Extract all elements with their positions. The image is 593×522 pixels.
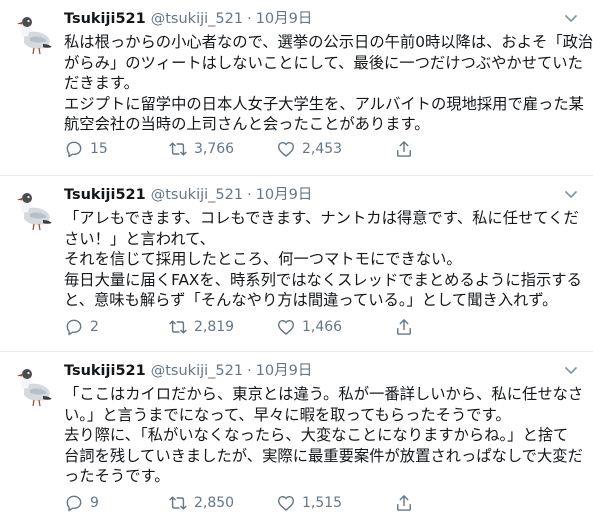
author-name[interactable]: Tsukiji521	[64, 363, 146, 379]
separator-dot: ·	[247, 187, 252, 203]
share-icon	[394, 493, 414, 513]
separator-dot: ·	[247, 11, 252, 27]
share-button[interactable]	[394, 138, 420, 160]
retweet-count: 2,819	[194, 319, 235, 335]
author-handle[interactable]: @tsukiji_521	[151, 187, 243, 203]
reply-button[interactable]: 15	[64, 138, 108, 160]
tweet-header: Tsukiji521 @tsukiji_521 · 10月9日	[64, 361, 312, 381]
retweet-button[interactable]: 3,766	[168, 138, 234, 160]
reply-count: 2	[90, 319, 99, 335]
tweet-actions: 15 3,766 2,453	[64, 138, 584, 160]
tweet-text-line: 毎日大量に届くFAXを、時系列ではなくスレッドでまとめるように指示する	[64, 270, 582, 289]
tweet-text-line: 私は根っからの小心者なので、選挙の公示日の午前0時以降は、およそ「政治	[64, 33, 593, 51]
reply-button[interactable]: 9	[64, 492, 99, 514]
tweet-text-line: 「ここはカイロだから、東京とは違う。私が一番詳しいから、私に任せなさ	[64, 385, 584, 403]
separator-dot: ·	[247, 363, 252, 379]
like-button[interactable]: 1,466	[276, 316, 342, 338]
share-icon	[394, 317, 414, 337]
tweet-text: 私は根っからの小心者なので、選挙の公示日の午前0時以降は、およそ「政治 がらみ」…	[64, 32, 593, 135]
tweet-text-line: ったそうです。	[64, 467, 170, 485]
tweet-text-line: がらみ」のツィートはしないことにして、最後に一つだけつぶやかせていた	[64, 53, 583, 72]
seagull-avatar-icon[interactable]	[10, 10, 56, 56]
chevron-down-icon[interactable]	[563, 10, 579, 26]
tweet-text-line: 航空会社の当時の上司さんと会ったことがあります。	[64, 115, 430, 133]
reply-button[interactable]: 2	[64, 316, 99, 338]
tweet-text-line: さい！」と言われて、	[64, 229, 215, 248]
retweet-icon	[168, 317, 188, 337]
author-handle[interactable]: @tsukiji_521	[151, 363, 243, 379]
tweet-text-line: だきます。	[64, 74, 139, 92]
heart-icon	[276, 317, 296, 337]
tweet-text-line: 台詞を残していきましたが、実際に最重要案件が放置されっぱなしで大変だ	[64, 446, 583, 465]
tweet-text: 「アレもできます、コレもできます、ナントカは得意です、私に任せてくだ さい！」と…	[64, 208, 582, 311]
retweet-icon	[168, 493, 188, 513]
retweet-count: 2,850	[194, 495, 235, 511]
tweet-date[interactable]: 10月9日	[256, 363, 313, 379]
retweet-button[interactable]: 2,819	[168, 316, 234, 338]
reply-icon	[64, 317, 84, 337]
chevron-down-icon[interactable]	[563, 186, 579, 202]
like-count: 1,515	[302, 495, 343, 511]
like-count: 2,453	[302, 141, 343, 157]
heart-icon	[276, 139, 296, 159]
reply-count: 15	[90, 141, 108, 157]
like-count: 1,466	[302, 319, 343, 335]
like-button[interactable]: 2,453	[276, 138, 342, 160]
retweet-count: 3,766	[194, 141, 235, 157]
share-button[interactable]	[394, 316, 420, 338]
seagull-avatar-icon[interactable]	[10, 362, 56, 408]
tweet-header: Tsukiji521 @tsukiji_521 · 10月9日	[64, 9, 312, 29]
reply-icon	[64, 139, 84, 159]
tweet[interactable]: Tsukiji521 @tsukiji_521 · 10月9日 私は根っからの小心者な…	[0, 0, 593, 176]
tweet-text-line: と、意味も解らず「そんなやり方は間違っている。」として聞き入れず。	[64, 291, 558, 309]
tweet[interactable]: Tsukiji521 @tsukiji_521 · 10月9日 「アレもできます、コレ…	[0, 176, 593, 352]
tweet-text-line: 「アレもできます、コレもできます、ナントカは得意です、私に任せてくだ	[64, 209, 579, 227]
tweet-text-line: エジプトに留学中の日本人女子大学生を、アルバイトの現地採用で雇った某	[64, 94, 584, 113]
tweet-text-line: それを信じて採用したところ、何一つマトモにできない。	[64, 250, 462, 268]
reply-icon	[64, 493, 84, 513]
chevron-down-icon[interactable]	[563, 362, 579, 378]
retweet-icon	[168, 139, 188, 159]
share-icon	[394, 139, 414, 159]
tweet-text: 「ここはカイロだから、東京とは違う。私が一番詳しいから、私に任せなさ い。」と言…	[64, 384, 584, 487]
retweet-button[interactable]: 2,850	[168, 492, 234, 514]
tweet-actions: 9 2,850 1,515	[64, 492, 584, 514]
tweet-date[interactable]: 10月9日	[256, 187, 313, 203]
tweet-text-line: 去り際に、「私がいなくなったら、大変なことになりますからね。」と捨て	[64, 426, 569, 444]
share-button[interactable]	[394, 492, 420, 514]
tweet[interactable]: Tsukiji521 @tsukiji_521 · 10月9日 「ここはカイロだから、…	[0, 352, 593, 522]
author-name[interactable]: Tsukiji521	[64, 187, 146, 203]
author-name[interactable]: Tsukiji521	[64, 11, 146, 27]
reply-count: 9	[90, 495, 99, 511]
tweet-actions: 2 2,819 1,466	[64, 316, 584, 338]
tweet-date[interactable]: 10月9日	[256, 11, 313, 27]
like-button[interactable]: 1,515	[276, 492, 342, 514]
author-handle[interactable]: @tsukiji_521	[151, 11, 243, 27]
tweet-text-line: い。」と言うまでになって、早々に暇を取ってもらったそうです。	[64, 405, 511, 424]
heart-icon	[276, 493, 296, 513]
tweet-header: Tsukiji521 @tsukiji_521 · 10月9日	[64, 185, 312, 205]
seagull-avatar-icon[interactable]	[10, 186, 56, 232]
